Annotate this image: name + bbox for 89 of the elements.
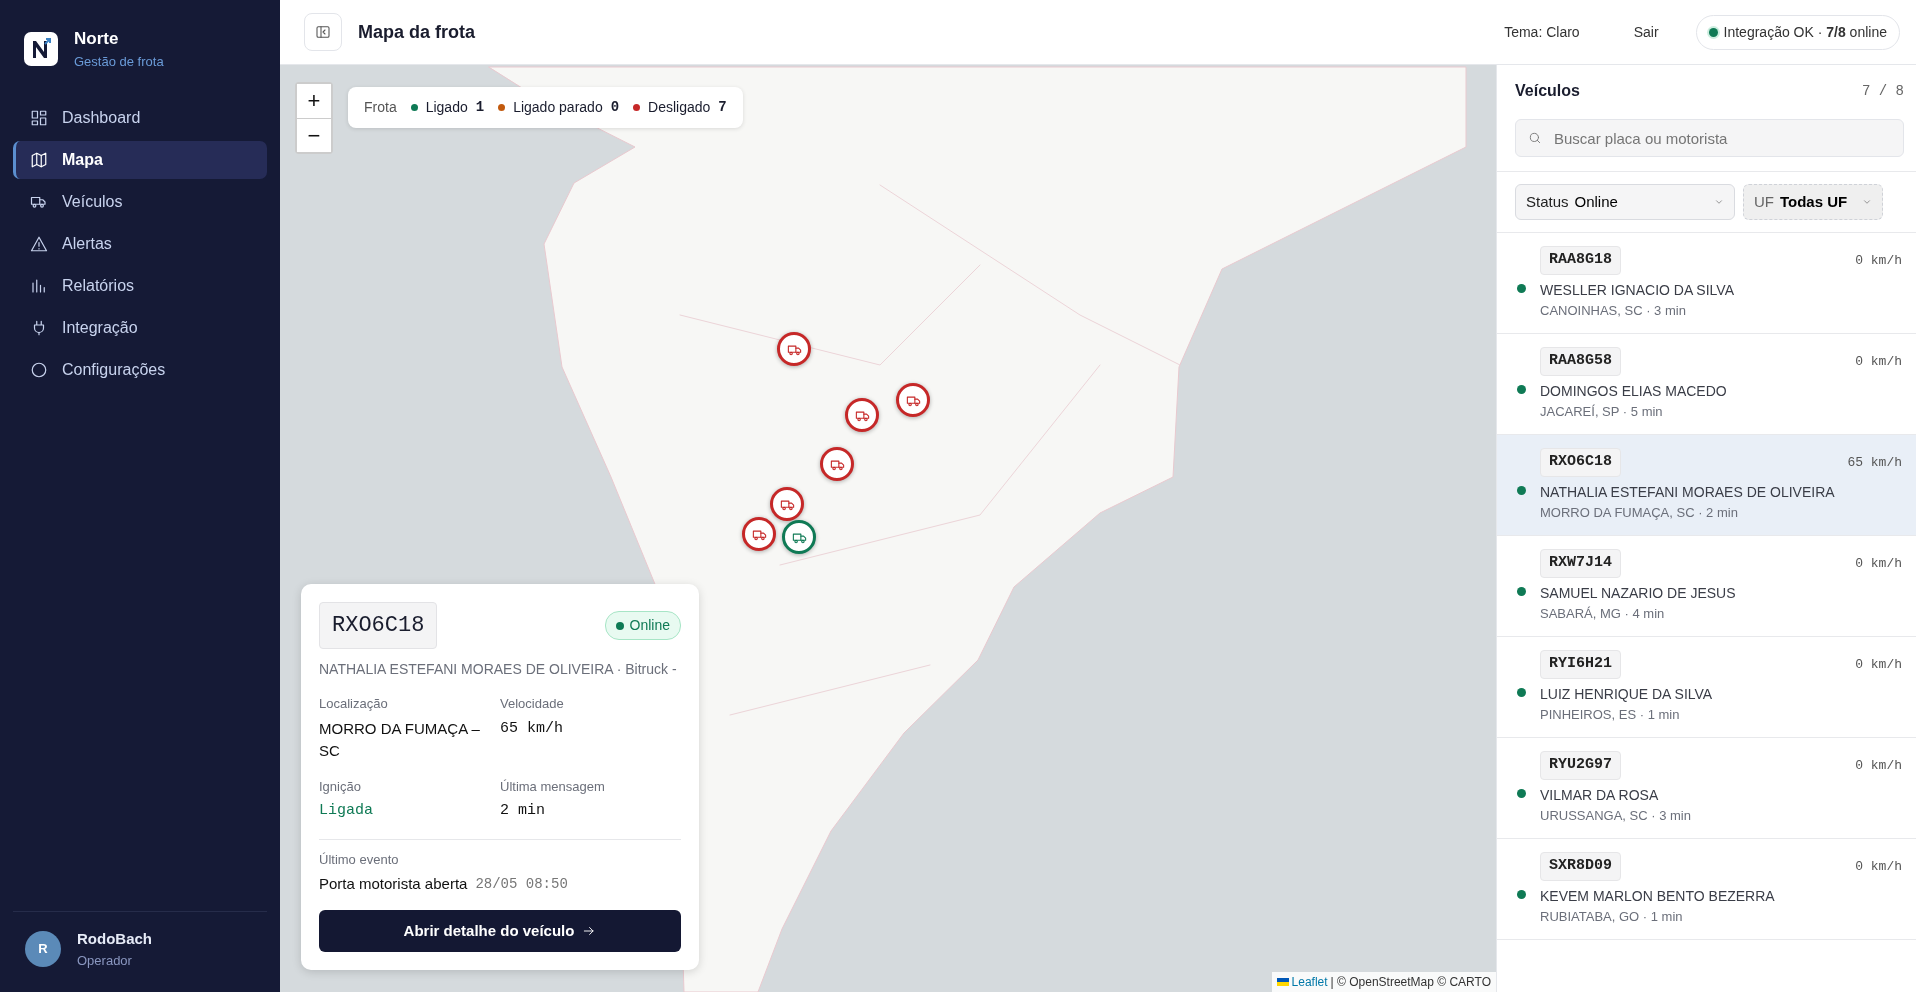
theme-toggle[interactable]: Tema: Claro	[1503, 20, 1581, 44]
user-role: Operador	[77, 951, 133, 970]
location-text: JACAREÍ, SP · 5 min	[1540, 402, 1664, 421]
location-text: MORRO DA FUMAÇA, SC · 2 min	[1540, 503, 1739, 522]
driver-name: SAMUEL NAZARIO DE JESUS	[1540, 583, 1737, 603]
driver-name: KEVEM MARLON BENTO BEZERRA	[1540, 886, 1776, 906]
speed-text: 0 km/h	[1855, 251, 1902, 270]
plate-label: RYI6H21	[1540, 650, 1621, 679]
warning-icon	[30, 235, 48, 253]
vehicle-list-item[interactable]: RXO6C18 65 km/h NATHALIA ESTEFANI MORAES DE OLIVEIRA MORRO DA FUMAÇA, SC · 2 min	[1497, 435, 1916, 536]
speed-text: 0 km/h	[1855, 655, 1902, 674]
field-label: Ignição	[319, 777, 362, 796]
status-dot	[1708, 27, 1718, 37]
map-attribution: | © OpenStreetMap © CARTO	[1330, 974, 1491, 991]
location-text: SABARÁ, MG · 4 min	[1540, 604, 1666, 623]
bar-chart-icon	[30, 277, 48, 295]
search-icon	[1528, 131, 1542, 145]
plate-label: RXO6C18	[319, 602, 438, 649]
speed-text: 0 km/h	[1855, 554, 1902, 573]
plate-label: RAA8G58	[1540, 347, 1621, 376]
chevron-down-icon	[1714, 197, 1724, 207]
flag-icon	[1276, 978, 1289, 986]
nav-item[interactable]: Veículos	[13, 183, 267, 221]
speed-text: 65 km/h	[1847, 453, 1902, 472]
field-value: 2 min	[500, 801, 546, 821]
app-name: Norte	[74, 28, 120, 50]
plate-label: RYU2G97	[1540, 751, 1621, 780]
field-value: 65 km/h	[500, 718, 564, 739]
nav-item[interactable]: Integração	[13, 309, 267, 347]
legend-title: Frota	[364, 98, 397, 117]
legend-count: 1	[475, 98, 485, 117]
filter-dropdown[interactable]: UF Todas UF	[1743, 184, 1883, 220]
map-icon	[30, 151, 48, 169]
location-text: RUBIATABA, GO · 1 min	[1540, 907, 1684, 926]
page-title: Mapa da frota	[358, 20, 476, 44]
nav-item[interactable]: Mapa	[13, 141, 267, 179]
integration-status: Integração OK · 7/8 online	[1723, 22, 1887, 42]
logo-icon	[24, 31, 58, 66]
nav-item[interactable]: Dashboard	[13, 99, 267, 137]
nav-item[interactable]: Alertas	[13, 225, 267, 263]
status-badge: Online	[604, 611, 681, 640]
field-label: Velocidade	[500, 695, 565, 713]
field-label: Última mensagem	[500, 777, 606, 796]
speed-text: 0 km/h	[1855, 857, 1902, 876]
app-subtitle: Gestão de frota	[74, 52, 164, 71]
circle-icon	[30, 361, 48, 379]
location-text: PINHEIROS, ES · 1 min	[1540, 705, 1681, 724]
filter-dropdown[interactable]: Status Online	[1515, 184, 1735, 220]
location-text: CANOINHAS, SC · 3 min	[1540, 301, 1687, 320]
field-value: MORRO DA FUMAÇA – SC	[319, 718, 481, 761]
vehicle-subtitle: NATHALIA ESTEFANI MORAES DE OLIVEIRA · Bitruck -	[319, 660, 678, 679]
driver-name: DOMINGOS ELIAS MACEDO	[1540, 381, 1728, 401]
event-text: Porta motorista aberta	[319, 874, 468, 894]
sidebar-toggle-icon	[315, 24, 331, 40]
event-time: 28/05 08:50	[475, 874, 568, 894]
collapse-sidebar-button[interactable]	[304, 13, 342, 51]
legend-label: Ligado parado	[513, 98, 603, 117]
plate-label: RXO6C18	[1540, 448, 1621, 477]
event-label: Último evento	[319, 850, 400, 869]
driver-name: LUIZ HENRIQUE DA SILVA	[1540, 684, 1714, 704]
legend-count: 7	[718, 98, 727, 117]
legend-label: Ligado	[425, 98, 468, 117]
plate-label: SXR8D09	[1540, 852, 1621, 881]
user-avatar: R	[25, 931, 61, 967]
nav-item[interactable]: Relatórios	[13, 267, 267, 305]
field-value: Ligada	[319, 801, 374, 821]
zoom-out-button[interactable]: −	[297, 118, 331, 152]
open-detail-button[interactable]: Abrir detalhe do veículo	[319, 909, 681, 952]
field-label: Localização	[319, 695, 389, 713]
location-text: URUSSANGA, SC · 3 min	[1540, 806, 1692, 825]
panel-title: Veículos	[1515, 81, 1580, 101]
vehicle-count: 7 / 8	[1862, 81, 1904, 101]
plate-label: RAA8G18	[1540, 246, 1621, 275]
logout-link[interactable]: Sair	[1632, 20, 1660, 44]
nav-item[interactable]: Configurações	[13, 351, 267, 389]
legend-count: 0	[610, 98, 620, 117]
user-name: RodoBach	[77, 929, 152, 949]
search-field[interactable]: Buscar placa ou motorista	[1515, 119, 1904, 157]
chevron-down-icon	[1862, 197, 1872, 207]
plate-label: RXW7J14	[1540, 549, 1621, 578]
dashboard-icon	[30, 109, 48, 127]
driver-name: WESLLER IGNACIO DA SILVA	[1540, 280, 1735, 300]
speed-text: 0 km/h	[1855, 756, 1902, 775]
search-input[interactable]: Buscar placa ou motorista	[1552, 120, 1891, 156]
driver-name: VILMAR DA ROSA	[1540, 785, 1660, 805]
speed-text: 0 km/h	[1855, 352, 1902, 371]
leaflet-link[interactable]: Leaflet	[1291, 973, 1328, 991]
legend-label: Desligado	[648, 98, 711, 117]
driver-name: NATHALIA ESTEFANI MORAES DE OLIVEIRA	[1540, 482, 1836, 502]
